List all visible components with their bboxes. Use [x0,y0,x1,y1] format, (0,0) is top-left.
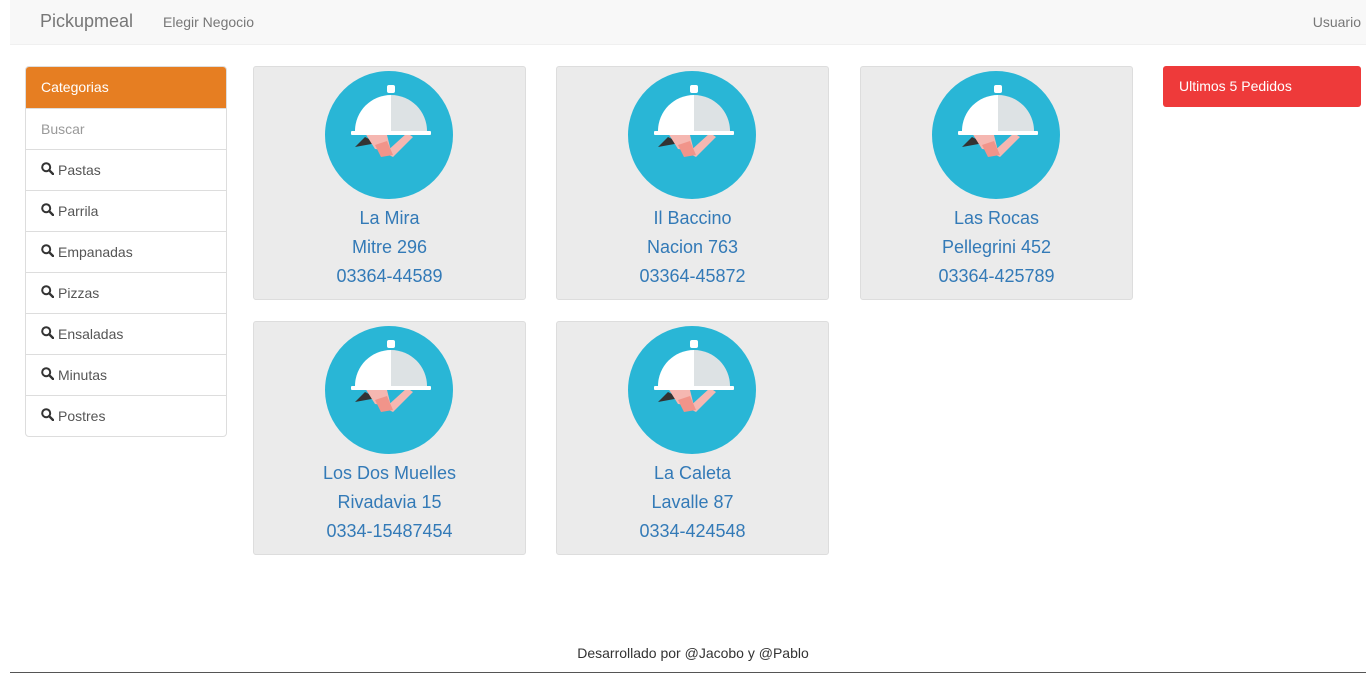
search-icon [41,150,55,190]
footer-credits: Desarrollado por @Jacobo y @Pablo [577,645,809,661]
last-orders-panel[interactable]: Ultimos 5 Pedidos [1163,66,1361,107]
category-item-ensaladas[interactable]: Ensaladas [26,313,226,354]
search-icon [41,232,55,272]
business-name: La Caleta [653,463,732,483]
business-phone: 0334-15487454 [326,521,453,541]
search-icon [41,273,55,313]
business-address: Pellegrini 452 [941,237,1052,257]
restaurant-cloche-icon [932,71,1060,199]
business-name: Las Rocas [953,208,1040,228]
business-phone: 03364-425789 [938,266,1055,286]
categories-panel: Categorias Pastas Parrila Empanadas Pizzas E… [25,66,227,437]
footer-divider [10,672,1366,673]
category-item-parrila[interactable]: Parrila [26,190,226,231]
restaurant-cloche-icon [325,71,453,199]
navbar: Pickupmeal Elegir Negocio Usuario [10,0,1366,45]
restaurant-cloche-icon [325,326,453,454]
category-item-pizzas[interactable]: Pizzas [26,272,226,313]
business-address: Nacion 763 [646,237,739,257]
business-name: Il Baccino [653,208,732,228]
business-card[interactable]: La Caleta Lavalle 87 0334-424548 [556,321,829,555]
search-icon [41,355,55,395]
search-icon [41,191,55,231]
business-card[interactable]: La Mira Mitre 296 03364-44589 [253,66,526,300]
business-address: Rivadavia 15 [337,492,442,512]
restaurant-cloche-icon [628,326,756,454]
business-phone: 03364-45872 [639,266,746,286]
search-icon [41,314,55,354]
business-card[interactable]: Il Baccino Nacion 763 03364-45872 [556,66,829,300]
category-label: Parrila [58,203,99,219]
brand-link[interactable]: Pickupmeal [40,11,133,32]
category-label: Pastas [58,162,101,178]
category-item-postres[interactable]: Postres [26,395,226,436]
search-icon [41,396,55,436]
nav-elegir-negocio[interactable]: Elegir Negocio [163,14,254,30]
business-address: Lavalle 87 [651,492,734,512]
category-label: Minutas [58,367,108,383]
business-name: La Mira [359,208,420,228]
business-card[interactable]: Los Dos Muelles Rivadavia 15 0334-15487454 [253,321,526,555]
category-item-empanadas[interactable]: Empanadas [26,231,226,272]
business-name: Los Dos Muelles [322,463,457,483]
category-item-minutas[interactable]: Minutas [26,354,226,395]
category-label: Postres [58,408,106,424]
category-label: Ensaladas [58,326,124,342]
business-phone: 0334-424548 [639,521,746,541]
category-label: Pizzas [58,285,100,301]
categories-heading: Categorias [26,67,226,108]
category-label: Empanadas [58,244,133,260]
restaurant-cloche-icon [628,71,756,199]
business-card[interactable]: Las Rocas Pellegrini 452 03364-425789 [860,66,1133,300]
nav-user-menu[interactable]: Usuario [1313,14,1361,30]
search-input[interactable] [26,108,226,149]
category-item-pastas[interactable]: Pastas [26,149,226,190]
business-phone: 03364-44589 [336,266,443,286]
business-address: Mitre 296 [351,237,428,257]
category-list: Pastas Parrila Empanadas Pizzas Ensaladas Min… [26,149,226,436]
